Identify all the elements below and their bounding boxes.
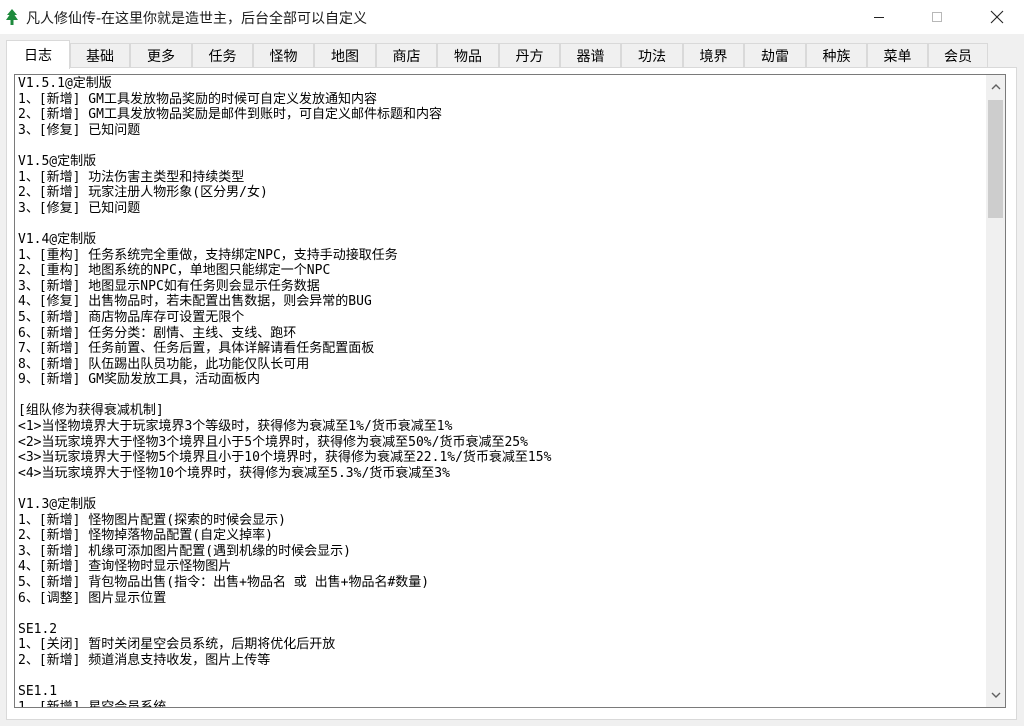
tab-recipes[interactable]: 丹方 <box>499 43 560 67</box>
title-bar: 凡人修仙传-在这里你就是造世主，后台全部可以自定义 <box>0 0 1024 34</box>
minimize-icon <box>874 17 884 18</box>
log-textarea[interactable]: V1.5.1@定制版 1、[新增] GM工具发放物品奖励的时候可自定义发放通知内… <box>14 74 1006 708</box>
tab-menu[interactable]: 菜单 <box>867 43 928 67</box>
tab-strip: 日志 基础 更多 任务 怪物 地图 商店 物品 丹方 器谱 功法 境界 劫雷 种… <box>0 40 1024 69</box>
chevron-down-icon <box>991 692 1000 698</box>
tab-basic[interactable]: 基础 <box>70 43 130 67</box>
vertical-scrollbar[interactable] <box>986 75 1005 707</box>
maximize-button[interactable] <box>914 0 960 34</box>
tab-maps[interactable]: 地图 <box>314 43 376 67</box>
tab-realms[interactable]: 境界 <box>683 43 744 67</box>
tab-equipment[interactable]: 器谱 <box>560 43 621 67</box>
tab-tasks[interactable]: 任务 <box>192 43 253 67</box>
tab-more[interactable]: 更多 <box>130 43 192 67</box>
tab-items[interactable]: 物品 <box>437 43 499 67</box>
tree-icon <box>6 9 18 25</box>
tab-monsters[interactable]: 怪物 <box>253 43 314 67</box>
maximize-icon <box>932 12 942 22</box>
close-icon <box>990 10 1004 24</box>
tab-races[interactable]: 种族 <box>806 43 867 67</box>
chevron-up-icon <box>991 84 1000 90</box>
log-content[interactable]: V1.5.1@定制版 1、[新增] GM工具发放物品奖励的时候可自定义发放通知内… <box>18 76 978 707</box>
scroll-up-button[interactable] <box>986 77 1005 97</box>
tab-shop[interactable]: 商店 <box>376 43 437 67</box>
tab-tribulation[interactable]: 劫雷 <box>744 43 806 67</box>
window-title: 凡人修仙传-在这里你就是造世主，后台全部可以自定义 <box>26 11 368 27</box>
tab-members[interactable]: 会员 <box>928 43 988 67</box>
scroll-thumb[interactable] <box>988 100 1003 218</box>
tab-log[interactable]: 日志 <box>6 40 70 69</box>
tab-skills[interactable]: 功法 <box>621 43 683 67</box>
close-button[interactable] <box>974 0 1020 34</box>
scroll-down-button[interactable] <box>986 685 1005 705</box>
minimize-button[interactable] <box>856 0 902 34</box>
